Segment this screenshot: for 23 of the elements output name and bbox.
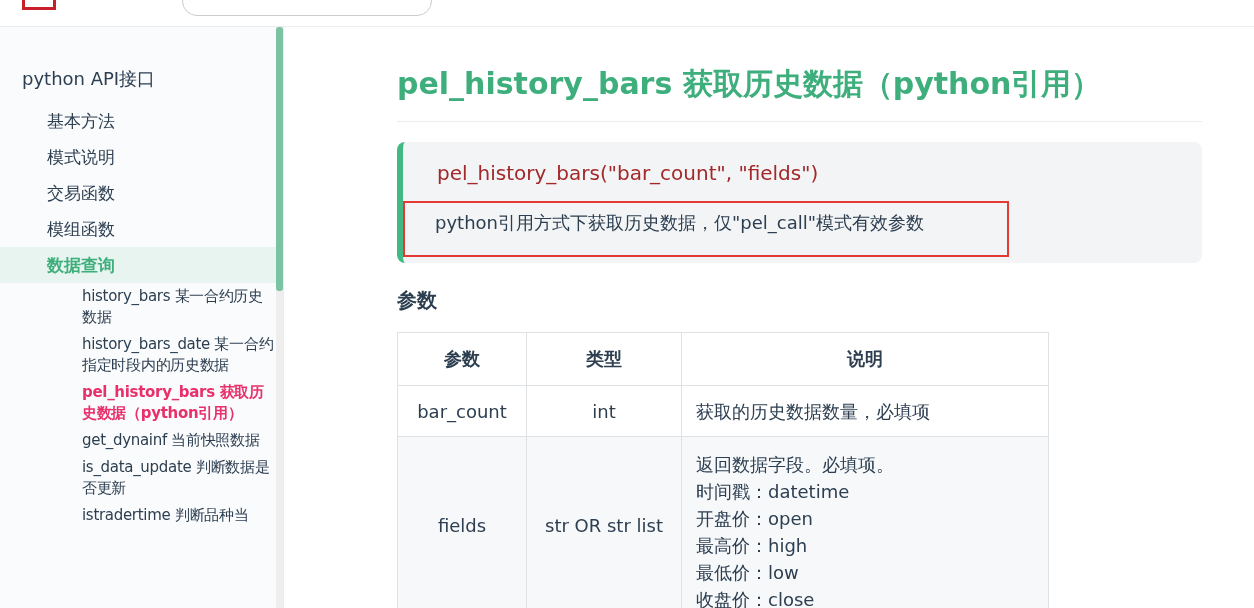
- function-signature: pel_history_bars("bar_count", "fields"): [437, 160, 820, 187]
- table-cell: fields: [397, 436, 527, 608]
- sidebar-subitem[interactable]: istradertime 判断品种当: [0, 502, 276, 529]
- column-header: 类型: [526, 332, 682, 386]
- sidebar-item[interactable]: 模组函数: [0, 211, 276, 247]
- table-cell: 获取的历史数据数量，必填项: [681, 385, 1049, 437]
- sidebar-subitem[interactable]: history_bars_date 某一合约指定时段内的历史数据: [0, 331, 276, 379]
- table-cell: bar_count: [397, 385, 527, 437]
- page-title: pel_history_bars 获取历史数据（python引用）: [397, 65, 1103, 103]
- section-heading: 参数: [397, 287, 438, 314]
- sidebar-subitem[interactable]: get_dynainf 当前快照数据: [0, 427, 276, 454]
- column-header: 参数: [397, 332, 527, 386]
- sidebar-item[interactable]: 交易函数: [0, 175, 276, 211]
- sidebar-subitem[interactable]: pel_history_bars 获取历史数据（python引用）: [0, 379, 276, 427]
- column-header: 说明: [681, 332, 1049, 386]
- sidebar-subitem[interactable]: history_bars 某一合约历史数据: [0, 283, 276, 331]
- description-text: python引用方式下获取历史数据，仅"pel_call"模式有效参数: [403, 201, 1009, 257]
- sidebar-subitem[interactable]: is_data_update 判断数据是否更新: [0, 454, 276, 502]
- sidebar-section-title: python API接口: [21, 67, 157, 91]
- sidebar-item[interactable]: 基本方法: [0, 103, 276, 139]
- table-cell: int: [526, 385, 682, 437]
- sidebar-item[interactable]: 模式说明: [0, 139, 276, 175]
- scrollbar-thumb[interactable]: [276, 27, 283, 291]
